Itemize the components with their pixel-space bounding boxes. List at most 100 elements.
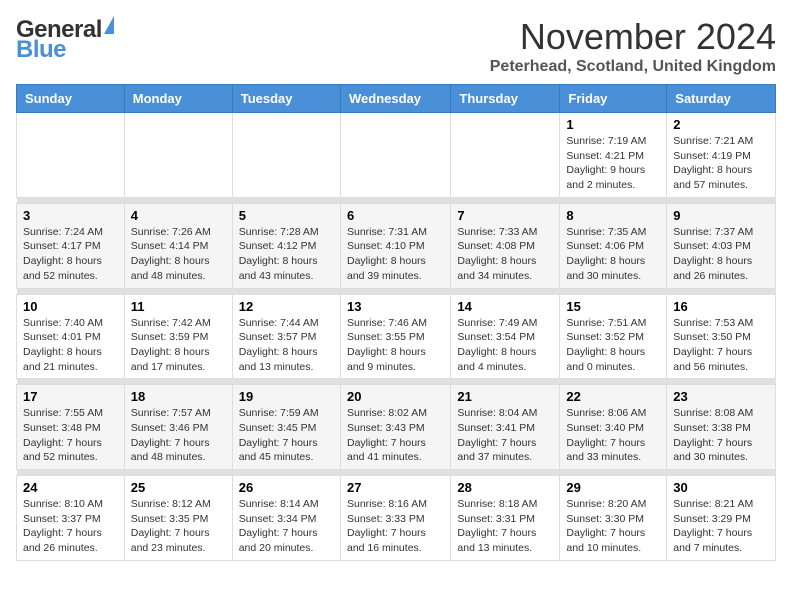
day-number: 22 (566, 389, 660, 404)
month-title: November 2024 (490, 16, 776, 58)
day-number: 30 (673, 480, 769, 495)
day-number: 11 (131, 299, 226, 314)
calendar-cell: 15 Sunrise: 7:51 AMSunset: 3:52 PMDayligh… (560, 294, 667, 379)
day-info: Sunrise: 7:42 AMSunset: 3:59 PMDaylight:… (131, 316, 226, 375)
calendar-cell: 30 Sunrise: 8:21 AMSunset: 3:29 PMDayligh… (667, 476, 776, 561)
day-info: Sunrise: 7:59 AMSunset: 3:45 PMDaylight:… (239, 406, 334, 465)
calendar-cell: 22 Sunrise: 8:06 AMSunset: 3:40 PMDayligh… (560, 385, 667, 470)
day-info: Sunrise: 7:49 AMSunset: 3:54 PMDaylight:… (457, 316, 553, 375)
calendar-cell: 23Sunrise: 8:08 AMSunset: 3:38 PMDayligh… (667, 385, 776, 470)
calendar-cell: 12Sunrise: 7:44 AMSunset: 3:57 PMDayligh… (232, 294, 340, 379)
calendar-cell: 29Sunrise: 8:20 AMSunset: 3:30 PMDayligh… (560, 476, 667, 561)
day-number: 16 (673, 299, 769, 314)
day-number: 8 (566, 208, 660, 223)
day-info: Sunrise: 8:10 AMSunset: 3:37 PMDaylight:… (23, 497, 118, 556)
day-number: 15 (566, 299, 660, 314)
day-number: 9 (673, 208, 769, 223)
day-number: 3 (23, 208, 118, 223)
day-info: Sunrise: 7:24 AMSunset: 4:17 PMDaylight:… (23, 225, 118, 284)
calendar-cell: 17 Sunrise: 7:55 AMSunset: 3:48 PMDayligh… (17, 385, 125, 470)
day-number: 10 (23, 299, 118, 314)
day-info: Sunrise: 7:55 AMSunset: 3:48 PMDaylight:… (23, 406, 118, 465)
calendar-week-row: 3 Sunrise: 7:24 AMSunset: 4:17 PMDaylight… (17, 203, 776, 288)
calendar-cell: 1 Sunrise: 7:19 AMSunset: 4:21 PMDaylight… (560, 113, 667, 198)
day-info: Sunrise: 7:44 AMSunset: 3:57 PMDaylight:… (239, 316, 334, 375)
calendar-cell (232, 113, 340, 198)
day-info: Sunrise: 7:53 AMSunset: 3:50 PMDaylight:… (673, 316, 769, 375)
day-info: Sunrise: 8:06 AMSunset: 3:40 PMDaylight:… (566, 406, 660, 465)
calendar-cell: 11 Sunrise: 7:42 AMSunset: 3:59 PMDayligh… (124, 294, 232, 379)
day-number: 17 (23, 389, 118, 404)
day-number: 24 (23, 480, 118, 495)
calendar-cell: 2 Sunrise: 7:21 AMSunset: 4:19 PMDaylight… (667, 113, 776, 198)
day-number: 6 (347, 208, 444, 223)
calendar-cell: 24 Sunrise: 8:10 AMSunset: 3:37 PMDayligh… (17, 476, 125, 561)
day-number: 28 (457, 480, 553, 495)
calendar-cell (451, 113, 560, 198)
calendar-cell: 7 Sunrise: 7:33 AMSunset: 4:08 PMDaylight… (451, 203, 560, 288)
logo: General Blue (16, 16, 114, 64)
day-number: 25 (131, 480, 226, 495)
day-number: 5 (239, 208, 334, 223)
column-header-wednesday: Wednesday (340, 85, 450, 113)
day-info: Sunrise: 7:51 AMSunset: 3:52 PMDaylight:… (566, 316, 660, 375)
column-header-sunday: Sunday (17, 85, 125, 113)
day-info: Sunrise: 8:04 AMSunset: 3:41 PMDaylight:… (457, 406, 553, 465)
calendar-week-row: 1 Sunrise: 7:19 AMSunset: 4:21 PMDaylight… (17, 113, 776, 198)
day-info: Sunrise: 7:33 AMSunset: 4:08 PMDaylight:… (457, 225, 553, 284)
day-info: Sunrise: 7:19 AMSunset: 4:21 PMDaylight:… (566, 134, 660, 193)
logo-triangle-icon (104, 16, 114, 34)
calendar-cell: 18Sunrise: 7:57 AMSunset: 3:46 PMDayligh… (124, 385, 232, 470)
day-number: 21 (457, 389, 553, 404)
calendar-cell: 28 Sunrise: 8:18 AMSunset: 3:31 PMDayligh… (451, 476, 560, 561)
column-header-thursday: Thursday (451, 85, 560, 113)
calendar-cell: 26 Sunrise: 8:14 AMSunset: 3:34 PMDayligh… (232, 476, 340, 561)
day-number: 14 (457, 299, 553, 314)
day-info: Sunrise: 8:16 AMSunset: 3:33 PMDaylight:… (347, 497, 444, 556)
calendar-cell: 5Sunrise: 7:28 AMSunset: 4:12 PMDaylight… (232, 203, 340, 288)
calendar-cell: 4Sunrise: 7:26 AMSunset: 4:14 PMDaylight… (124, 203, 232, 288)
calendar-week-row: 17 Sunrise: 7:55 AMSunset: 3:48 PMDayligh… (17, 385, 776, 470)
day-info: Sunrise: 8:12 AMSunset: 3:35 PMDaylight:… (131, 497, 226, 556)
day-info: Sunrise: 7:35 AMSunset: 4:06 PMDaylight:… (566, 225, 660, 284)
header: General Blue November 2024 Peterhead, Sc… (16, 16, 776, 76)
calendar-cell: 13Sunrise: 7:46 AMSunset: 3:55 PMDayligh… (340, 294, 450, 379)
calendar-cell: 20Sunrise: 8:02 AMSunset: 3:43 PMDayligh… (340, 385, 450, 470)
calendar-cell: 9 Sunrise: 7:37 AMSunset: 4:03 PMDaylight… (667, 203, 776, 288)
calendar-cell: 8 Sunrise: 7:35 AMSunset: 4:06 PMDaylight… (560, 203, 667, 288)
day-number: 29 (566, 480, 660, 495)
day-number: 27 (347, 480, 444, 495)
day-number: 1 (566, 117, 660, 132)
day-number: 19 (239, 389, 334, 404)
calendar-week-row: 10Sunrise: 7:40 AMSunset: 4:01 PMDayligh… (17, 294, 776, 379)
calendar-cell: 25 Sunrise: 8:12 AMSunset: 3:35 PMDayligh… (124, 476, 232, 561)
day-info: Sunrise: 7:21 AMSunset: 4:19 PMDaylight:… (673, 134, 769, 193)
calendar: SundayMondayTuesdayWednesdayThursdayFrid… (16, 84, 776, 561)
day-info: Sunrise: 8:18 AMSunset: 3:31 PMDaylight:… (457, 497, 553, 556)
day-number: 7 (457, 208, 553, 223)
day-number: 13 (347, 299, 444, 314)
calendar-week-row: 24 Sunrise: 8:10 AMSunset: 3:37 PMDayligh… (17, 476, 776, 561)
day-number: 20 (347, 389, 444, 404)
day-info: Sunrise: 8:21 AMSunset: 3:29 PMDaylight:… (673, 497, 769, 556)
calendar-cell: 27 Sunrise: 8:16 AMSunset: 3:33 PMDayligh… (340, 476, 450, 561)
column-header-friday: Friday (560, 85, 667, 113)
day-number: 18 (131, 389, 226, 404)
calendar-cell: 19 Sunrise: 7:59 AMSunset: 3:45 PMDayligh… (232, 385, 340, 470)
calendar-cell: 6 Sunrise: 7:31 AMSunset: 4:10 PMDaylight… (340, 203, 450, 288)
logo-blue-text: Blue (16, 36, 66, 64)
day-number: 26 (239, 480, 334, 495)
title-area: November 2024 Peterhead, Scotland, Unite… (490, 16, 776, 76)
calendar-cell: 14 Sunrise: 7:49 AMSunset: 3:54 PMDayligh… (451, 294, 560, 379)
day-number: 23 (673, 389, 769, 404)
column-header-saturday: Saturday (667, 85, 776, 113)
column-header-monday: Monday (124, 85, 232, 113)
calendar-cell (17, 113, 125, 198)
day-number: 2 (673, 117, 769, 132)
day-number: 4 (131, 208, 226, 223)
day-info: Sunrise: 7:31 AMSunset: 4:10 PMDaylight:… (347, 225, 444, 284)
calendar-cell: 3 Sunrise: 7:24 AMSunset: 4:17 PMDaylight… (17, 203, 125, 288)
day-info: Sunrise: 8:14 AMSunset: 3:34 PMDaylight:… (239, 497, 334, 556)
day-info: Sunrise: 7:37 AMSunset: 4:03 PMDaylight:… (673, 225, 769, 284)
column-header-tuesday: Tuesday (232, 85, 340, 113)
